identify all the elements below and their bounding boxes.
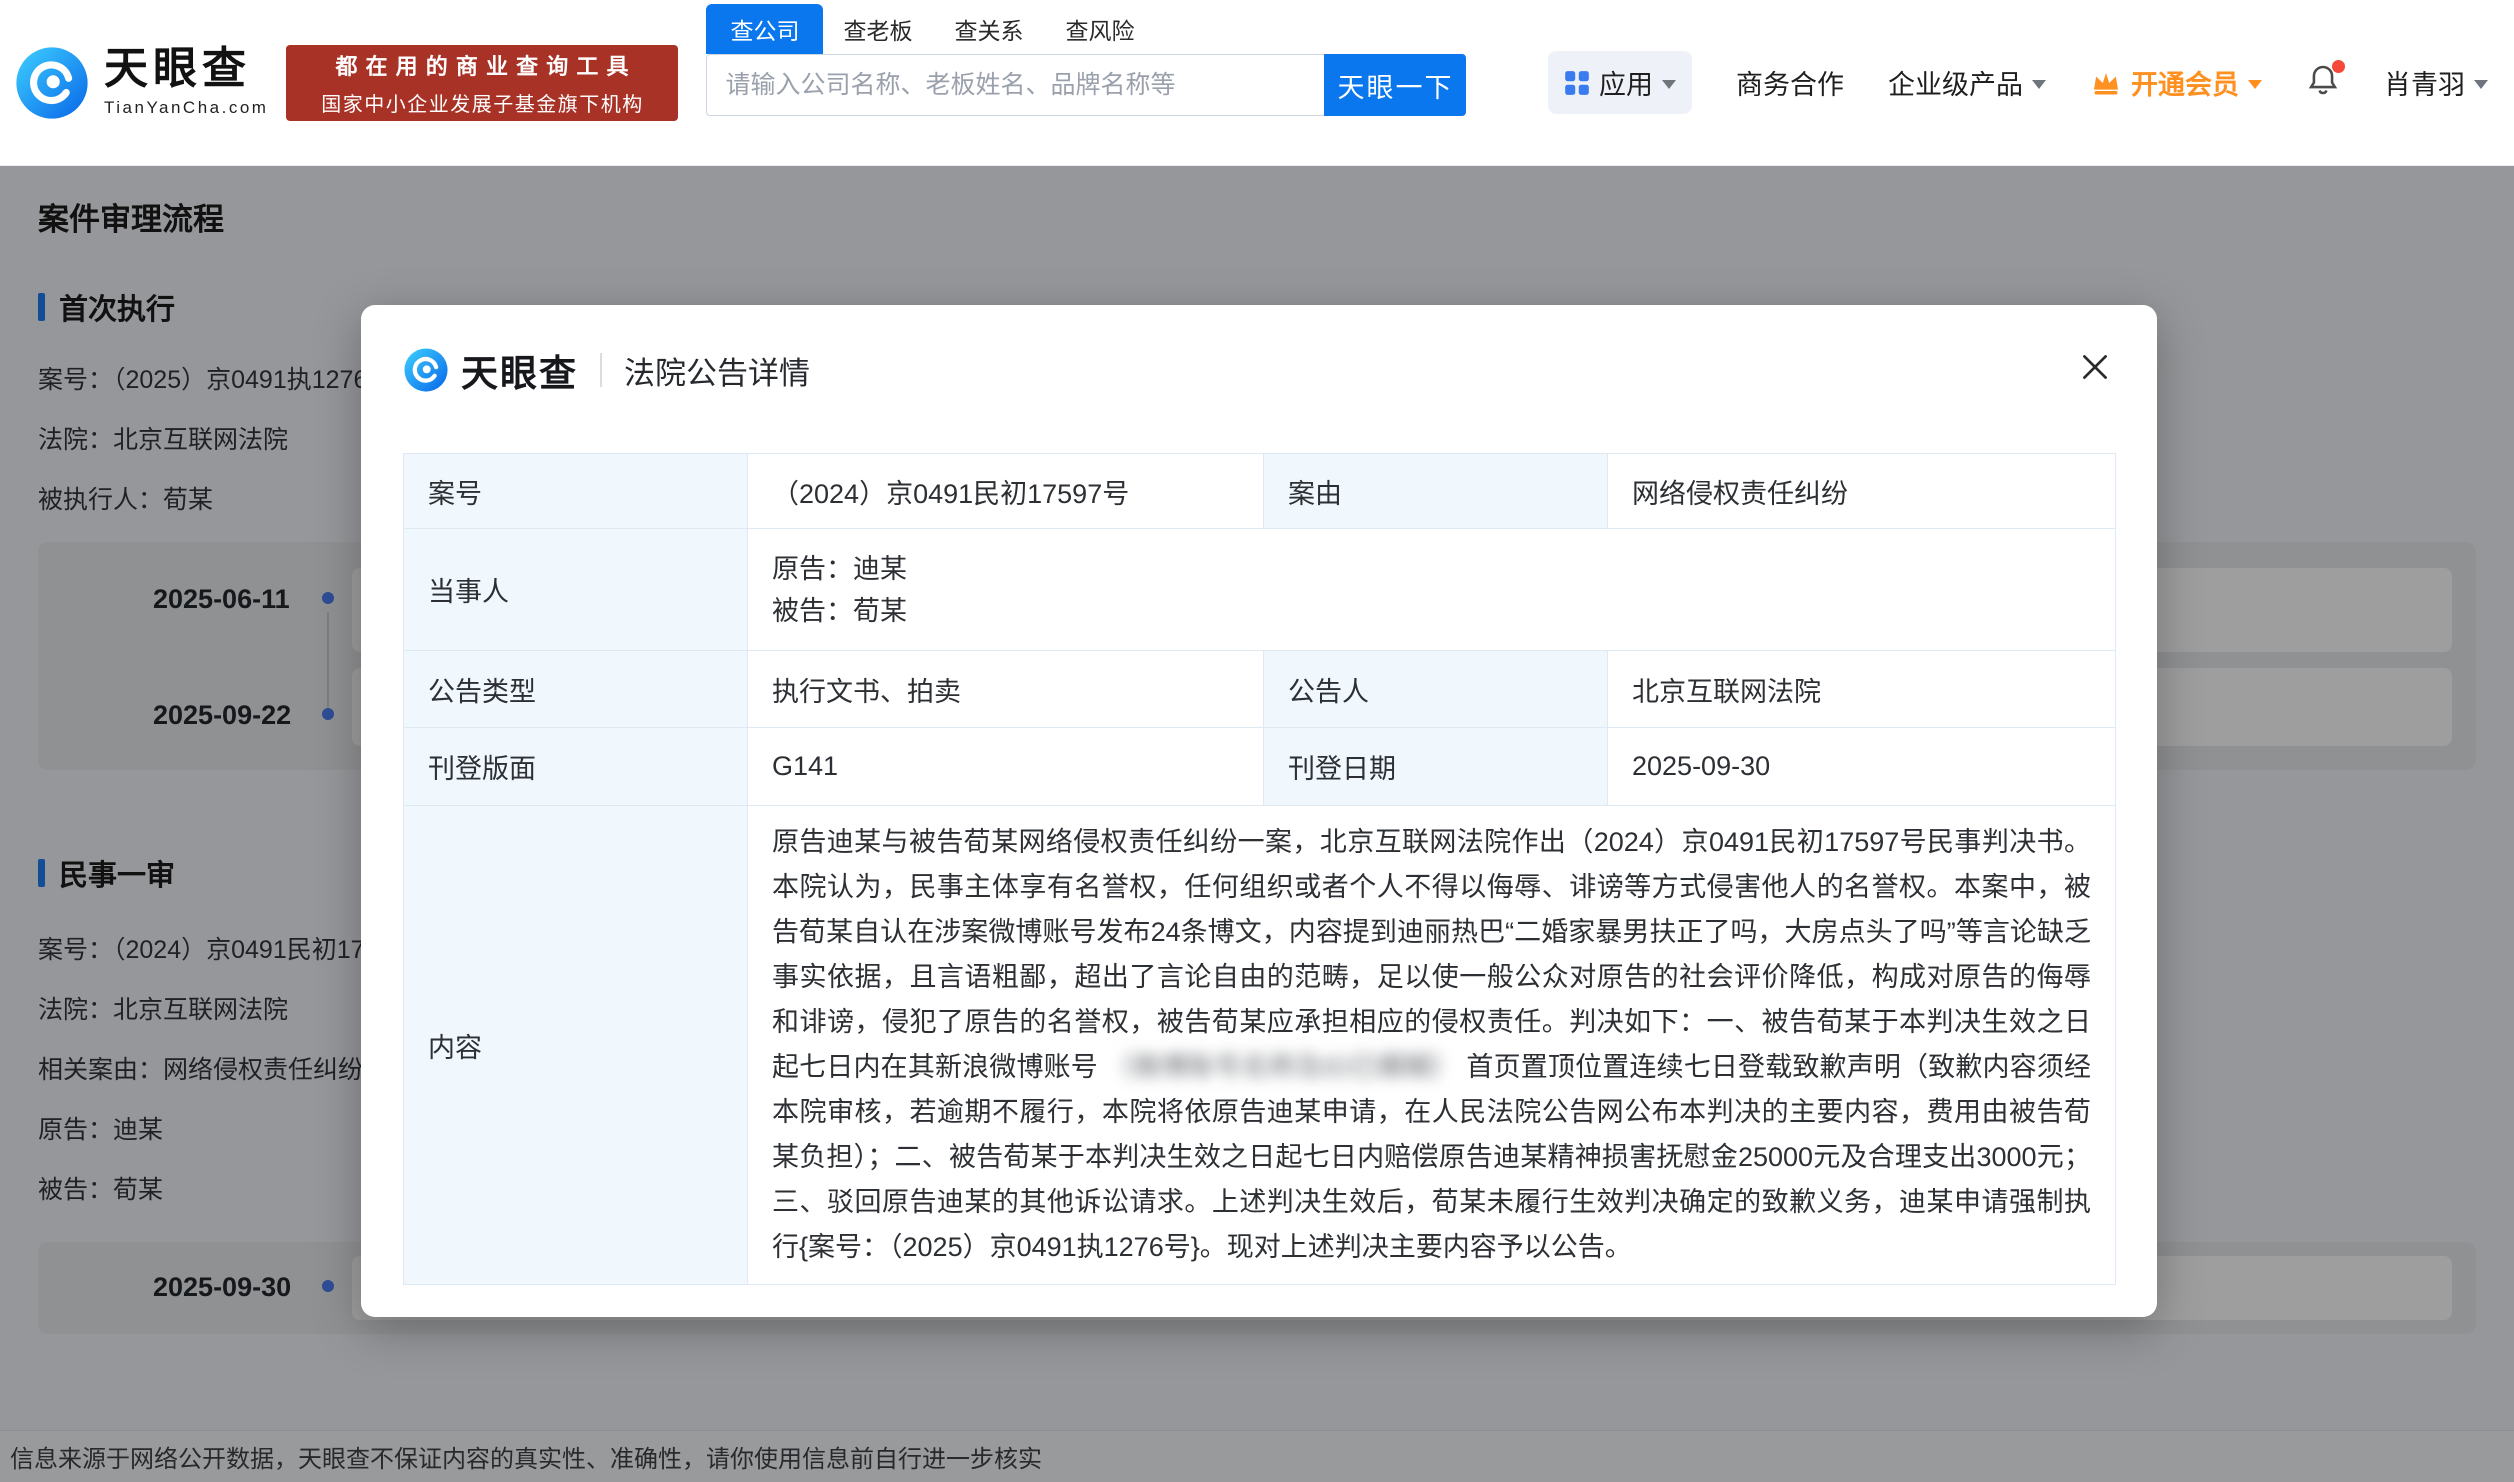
content-value: 原告迪某与被告荀某网络侵权责任纠纷一案，北京互联网法院作出（2024）京0491…: [748, 806, 2116, 1285]
table-row: 刊登版面 G141 刊登日期 2025-09-30: [404, 728, 2116, 806]
apps-grid-icon: [1564, 70, 1590, 96]
nav-enterprise-label: 企业级产品: [1888, 63, 2023, 102]
notifications-button[interactable]: [2306, 63, 2340, 102]
close-icon: [2077, 349, 2113, 385]
slogan-line2: 国家中小企业发展子基金旗下机构: [321, 88, 644, 117]
content-blurred-account: （微博账号名称及ID已模糊）: [1106, 1052, 1459, 1082]
header-nav: 应用 商务合作 企业级产品 开通会员 肖青羽: [1548, 51, 2488, 114]
brand-domain: TianYanCha.com: [104, 98, 268, 118]
brand-slogan-badge: 都 在 用 的 商 业 查 询 工 具 国家中小企业发展子基金旗下机构: [286, 45, 678, 121]
table-row: 内容 原告迪某与被告荀某网络侵权责任纠纷一案，北京互联网法院作出（2024）京0…: [404, 806, 2116, 1285]
close-button[interactable]: [2077, 349, 2113, 385]
chevron-down-icon: [1662, 80, 1676, 89]
defendant-line: 被告：荀某: [772, 590, 2091, 632]
nav-cooperation[interactable]: 商务合作: [1736, 63, 1844, 102]
chevron-down-icon: [2032, 80, 2046, 89]
parties-value: 原告：迪某 被告：荀某: [748, 529, 2116, 651]
slogan-line1: 都 在 用 的 商 业 查 询 工 具: [335, 49, 629, 81]
tab-search-relation[interactable]: 查关系: [954, 4, 1023, 54]
nav-vip[interactable]: 开通会员: [2090, 63, 2262, 102]
announcer-label: 公告人: [1264, 651, 1608, 728]
chevron-down-icon: [2248, 80, 2262, 89]
case-no-label: 案号: [404, 454, 748, 529]
tab-search-risk[interactable]: 查风险: [1065, 4, 1134, 54]
cause-label: 案由: [1264, 454, 1608, 529]
type-value: 执行文书、拍卖: [748, 651, 1264, 728]
nav-cooperation-label: 商务合作: [1736, 63, 1844, 102]
brand-name: 天眼查: [104, 47, 268, 91]
table-row: 案号 （2024）京0491民初17597号 案由 网络侵权责任纠纷: [404, 454, 2116, 529]
case-no-value: （2024）京0491民初17597号: [748, 454, 1264, 529]
tianyancha-logo[interactable]: 天眼查 TianYanCha.com: [14, 45, 268, 121]
notification-dot: [2332, 60, 2345, 73]
table-row: 当事人 原告：迪某 被告：荀某: [404, 529, 2116, 651]
modal-title: 法院公告详情: [624, 348, 810, 393]
type-label: 公告类型: [404, 651, 748, 728]
modal-brand: 天眼查: [461, 343, 578, 397]
user-name: 肖青羽: [2384, 63, 2465, 102]
content-label: 内容: [404, 806, 748, 1285]
search-button[interactable]: 天眼一下: [1324, 54, 1466, 116]
announcer-value: 北京互联网法院: [1608, 651, 2116, 728]
plaintiff-line: 原告：迪某: [772, 548, 2091, 590]
chevron-down-icon: [2474, 80, 2488, 89]
divider: [600, 353, 602, 387]
cause-value: 网络侵权责任纠纷: [1608, 454, 2116, 529]
content-text-before: 原告迪某与被告荀某网络侵权责任纠纷一案，北京互联网法院作出（2024）京0491…: [772, 827, 2091, 1082]
nav-apps[interactable]: 应用: [1548, 51, 1692, 114]
nav-enterprise[interactable]: 企业级产品: [1888, 63, 2046, 102]
table-row: 公告类型 执行文书、拍卖 公告人 北京互联网法院: [404, 651, 2116, 728]
publication-date-value: 2025-09-30: [1608, 728, 2116, 806]
publication-page-value: G141: [748, 728, 1264, 806]
search-input[interactable]: [706, 54, 1324, 116]
nav-apps-label: 应用: [1599, 63, 1653, 102]
court-announcement-modal: 天眼查 法院公告详情 案号 （2024）京0491民初17597号 案由 网络侵…: [361, 305, 2157, 1317]
announcement-detail-table: 案号 （2024）京0491民初17597号 案由 网络侵权责任纠纷 当事人 原…: [403, 453, 2116, 1285]
search-tabs: 查公司 查老板 查关系 查风险: [706, 12, 1466, 54]
crown-icon: [2090, 67, 2122, 99]
content-text-after: 首页置顶位置连续七日登载致歉声明（致歉内容须经本院审核，若逾期不履行，本院将依原…: [772, 1052, 2091, 1262]
top-header: 天眼查 TianYanCha.com 都 在 用 的 商 业 查 询 工 具 国…: [0, 0, 2514, 166]
publication-page-label: 刊登版面: [404, 728, 748, 806]
tianyancha-logo-icon: [14, 45, 90, 121]
parties-label: 当事人: [404, 529, 748, 651]
nav-vip-label: 开通会员: [2131, 63, 2239, 102]
tab-search-boss[interactable]: 查老板: [843, 4, 912, 54]
tab-search-company[interactable]: 查公司: [706, 4, 823, 54]
publication-date-label: 刊登日期: [1264, 728, 1608, 806]
user-menu[interactable]: 肖青羽: [2384, 63, 2488, 102]
modal-header: 天眼查 法院公告详情: [403, 343, 810, 397]
tianyancha-logo-icon: [403, 347, 449, 393]
search-area: 查公司 查老板 查关系 查风险 天眼一下: [706, 12, 1466, 116]
